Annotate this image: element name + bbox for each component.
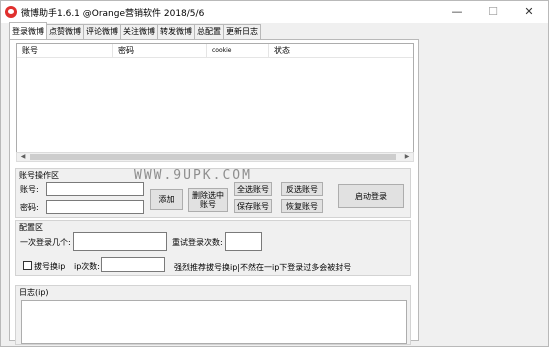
login-count-input[interactable] — [73, 232, 167, 251]
close-button[interactable]: ✕ — [511, 1, 547, 23]
dial-ip-checkbox[interactable] — [23, 261, 32, 270]
scroll-thumb[interactable] — [30, 154, 396, 160]
log-group: 日志(ip) — [15, 285, 411, 345]
select-all-button[interactable]: 全选账号 — [234, 182, 272, 196]
log-title: 日志(ip) — [19, 288, 49, 297]
minimize-button[interactable]: — — [439, 1, 475, 23]
tab-login[interactable]: 登录微博 — [9, 22, 47, 39]
password-label: 密码: — [20, 203, 39, 212]
config-title: 配置区 — [19, 223, 43, 232]
column-header-account[interactable]: 账号 — [17, 44, 113, 58]
horizontal-scrollbar[interactable]: ◀ ▶ — [16, 152, 414, 162]
app-window: 微博助手1.6.1 @Orange营销软件 2018/5/6 — ☐ ✕ 登录微… — [0, 0, 549, 347]
column-header-cookie[interactable]: cookie — [207, 44, 269, 58]
tab-repost[interactable]: 转发微博 — [157, 24, 195, 39]
dial-ip-label: 拔号换ip — [34, 262, 66, 271]
column-header-password[interactable]: 密码 — [113, 44, 207, 58]
start-login-button[interactable]: 启动登录 — [338, 184, 404, 208]
add-button[interactable]: 添加 — [150, 189, 183, 210]
save-accounts-button[interactable]: 保存账号 — [234, 199, 272, 213]
watermark-text: WWW.9UPK.COM — [134, 168, 252, 183]
tab-changelog[interactable]: 更新日志 — [223, 24, 261, 39]
ip-count-input[interactable] — [101, 257, 165, 272]
maximize-button[interactable]: ☐ — [475, 1, 511, 23]
account-list-header: 账号 密码 cookie 状态 — [17, 44, 413, 58]
account-list[interactable]: 账号 密码 cookie 状态 — [16, 43, 414, 160]
invert-selection-button[interactable]: 反选账号 — [281, 182, 323, 196]
account-input[interactable] — [46, 182, 144, 196]
tab-general-config[interactable]: 总配置 — [194, 24, 224, 39]
window-title: 微博助手1.6.1 @Orange营销软件 2018/5/6 — [21, 9, 205, 19]
password-input[interactable] — [46, 200, 144, 214]
retry-count-input[interactable] — [225, 232, 262, 251]
login-count-label: 一次登录几个: — [20, 238, 71, 247]
account-label: 账号: — [20, 185, 39, 194]
ip-count-label: ip次数: — [74, 262, 100, 271]
account-operations-title: 账号操作区 — [19, 171, 59, 180]
delete-selected-button[interactable]: 删除选中账号 — [188, 188, 228, 212]
dial-recommendation-note: 强烈推荐拔号换ip|不然在一ip下登录过多会被封号 — [174, 263, 352, 272]
title-bar: 微博助手1.6.1 @Orange营销软件 2018/5/6 — ☐ ✕ — [1, 1, 548, 23]
scroll-left-icon[interactable]: ◀ — [18, 153, 28, 161]
tab-comment[interactable]: 评论微博 — [83, 24, 121, 39]
scroll-right-icon[interactable]: ▶ — [402, 153, 412, 161]
column-header-status[interactable]: 状态 — [269, 44, 413, 58]
tab-strip: 登录微博 点赞微博 评论微博 关注微博 转发微博 总配置 更新日志 — [9, 22, 261, 39]
tab-follow[interactable]: 关注微博 — [120, 24, 158, 39]
retry-count-label: 重试登录次数: — [172, 238, 223, 247]
log-textarea[interactable] — [21, 300, 407, 344]
tab-like[interactable]: 点赞微博 — [46, 24, 84, 39]
weibo-logo-icon — [5, 6, 17, 18]
restore-accounts-button[interactable]: 恢复账号 — [281, 199, 323, 213]
config-group: 配置区 一次登录几个: 重试登录次数: 拔号换ip ip次数: 强烈推荐拔号换i… — [15, 220, 411, 276]
